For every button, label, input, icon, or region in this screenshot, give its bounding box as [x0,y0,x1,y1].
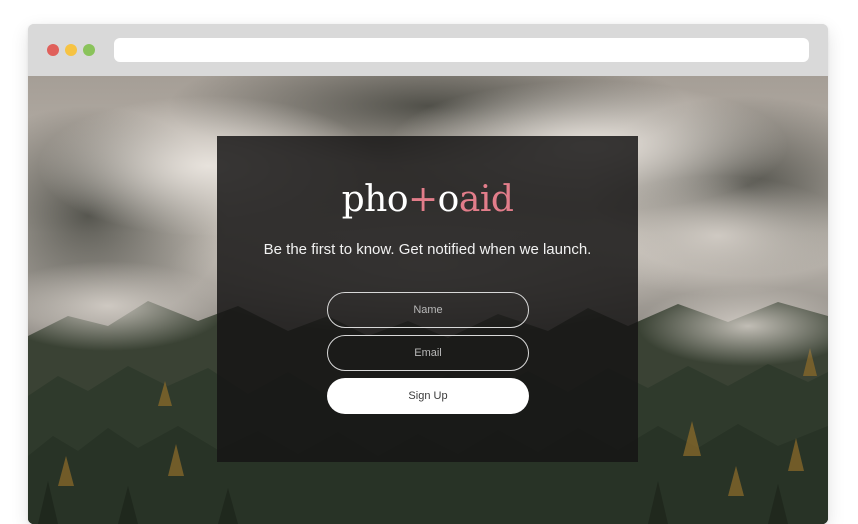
close-window-button[interactable] [47,44,59,56]
minimize-window-button[interactable] [65,44,77,56]
browser-window: pho+oaid Be the first to know. Get notif… [28,24,828,524]
signup-card: pho+oaid Be the first to know. Get notif… [217,136,638,462]
browser-toolbar [28,24,828,76]
sign-up-button[interactable]: Sign Up [327,378,529,414]
logo-part-o: o [437,179,460,220]
brand-logo: pho+oaid [217,178,638,222]
page-viewport: pho+oaid Be the first to know. Get notif… [28,76,828,524]
maximize-window-button[interactable] [83,44,95,56]
tagline: Be the first to know. Get notified when … [263,241,592,258]
address-bar[interactable] [114,38,809,62]
email-input[interactable] [327,335,529,371]
logo-part-aid: aid [458,179,514,220]
logo-plus: + [408,179,438,220]
logo-part-pho: pho [341,179,409,220]
name-input[interactable] [327,292,529,328]
